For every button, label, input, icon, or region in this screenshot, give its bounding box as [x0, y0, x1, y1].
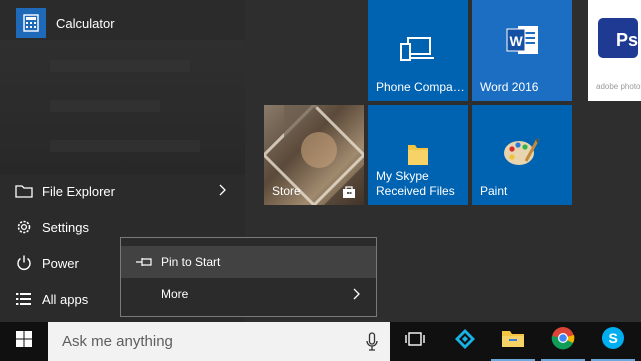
- phone-laptop-icon: [400, 36, 436, 69]
- taskbar-app-skype[interactable]: S: [591, 322, 635, 361]
- skype-icon: S: [601, 326, 625, 355]
- tile-label-phone-companion: Phone Compa…: [376, 80, 465, 94]
- pin-icon: [135, 256, 159, 268]
- tile-word-2016[interactable]: W Word 2016: [472, 0, 572, 101]
- nav-label-all-apps: All apps: [42, 291, 89, 307]
- folder-icon: [501, 328, 525, 353]
- taskbar-app-file-explorer[interactable]: [491, 322, 535, 361]
- tile-store[interactable]: Store: [264, 105, 364, 205]
- all-apps-list-icon: [14, 289, 34, 309]
- tile-label-store: Store: [272, 184, 301, 198]
- tile-photoshop[interactable]: Ps adobe photos: [588, 0, 641, 101]
- folder-icon: [14, 181, 34, 201]
- paint-palette-icon: [502, 135, 540, 174]
- chevron-right-icon[interactable]: [217, 183, 229, 197]
- windows-logo-icon: [15, 330, 33, 353]
- store-bag-icon: [342, 185, 356, 204]
- nav-settings[interactable]: Settings: [14, 215, 239, 239]
- context-menu-label-pin: Pin to Start: [161, 255, 221, 269]
- svg-text:W: W: [510, 33, 524, 49]
- calculator-icon: [16, 8, 46, 38]
- blurred-app-list: [0, 40, 245, 175]
- kodi-icon: [454, 328, 476, 355]
- task-view-button[interactable]: [393, 322, 437, 361]
- svg-text:Ps: Ps: [616, 30, 638, 50]
- tile-label-skype-files: My Skype Received Files: [376, 169, 455, 198]
- taskbar-app-kodi[interactable]: [443, 322, 487, 361]
- gear-icon: [14, 217, 34, 237]
- taskbar: S: [0, 322, 641, 361]
- tile-paint[interactable]: Paint: [472, 105, 572, 205]
- most-used-item-calculator[interactable]: Calculator: [16, 8, 115, 38]
- chevron-right-icon: [352, 287, 362, 304]
- most-used-label: Calculator: [56, 15, 115, 31]
- word-icon: W: [506, 24, 540, 61]
- context-menu-pin-to-start[interactable]: Pin to Start: [121, 246, 376, 278]
- taskbar-app-chrome[interactable]: [541, 322, 585, 361]
- context-menu-label-more: More: [161, 287, 189, 301]
- start-button[interactable]: [2, 322, 46, 361]
- search-input[interactable]: [60, 332, 354, 351]
- tile-caption-photoshop: adobe photos: [596, 82, 641, 91]
- tile-phone-companion[interactable]: Phone Compa…: [368, 0, 468, 101]
- nav-label-settings: Settings: [42, 219, 89, 235]
- nav-label-file-explorer: File Explorer: [42, 183, 115, 199]
- context-menu-more[interactable]: More: [121, 278, 376, 310]
- chrome-icon: [551, 326, 575, 355]
- context-menu: Pin to Start More: [120, 237, 377, 317]
- tile-my-skype-received-files[interactable]: My Skype Received Files: [368, 105, 468, 205]
- power-icon: [14, 253, 34, 273]
- task-view-icon: [404, 331, 426, 352]
- microphone-icon[interactable]: [366, 332, 378, 357]
- tile-label-paint: Paint: [480, 184, 508, 198]
- svg-text:S: S: [609, 330, 618, 346]
- nav-file-explorer[interactable]: File Explorer: [14, 179, 239, 203]
- search-box[interactable]: [48, 322, 390, 361]
- photoshop-express-icon: Ps: [596, 14, 641, 67]
- folder-icon: [406, 141, 430, 172]
- tile-label-word: Word 2016: [480, 80, 539, 94]
- nav-label-power: Power: [42, 255, 79, 271]
